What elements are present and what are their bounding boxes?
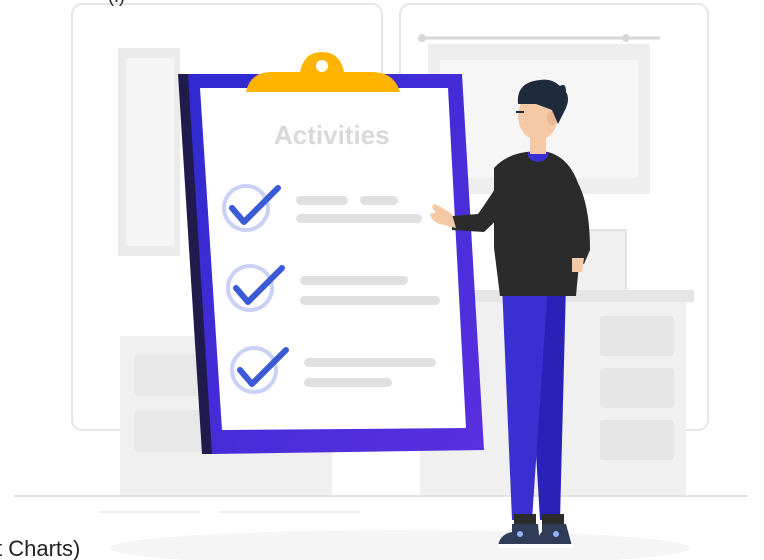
cropped-text-top: (.) [108, 0, 125, 6]
text-placeholder-line [360, 196, 398, 205]
clipboard-title: Activities [274, 120, 390, 150]
man-shoe-sole-right [538, 544, 574, 548]
text-placeholder-line [300, 276, 408, 285]
cabinet-right-drawer-3 [600, 420, 674, 460]
man-shoe-lace-left [517, 531, 523, 537]
text-placeholder-line [300, 296, 440, 305]
floor-shadow [110, 530, 690, 560]
picture-frame-left-inner [126, 58, 174, 246]
cropped-text-bottom: t Charts) [0, 536, 80, 560]
text-placeholder-line [296, 214, 422, 223]
curtain-rod-knob-right [622, 34, 630, 42]
cabinet-right-drawer-2 [600, 368, 674, 408]
clip-hole [316, 60, 328, 72]
man-hand-back [572, 258, 584, 272]
cabinet-right-drawer-1 [600, 316, 674, 356]
man-sock-left [514, 514, 536, 524]
man-shoe-lace-right [553, 531, 559, 537]
text-placeholder-line [296, 196, 348, 205]
curtain-rod-knob-left [418, 34, 426, 42]
man-shoe-sole-left [498, 544, 540, 548]
text-placeholder-line [304, 358, 436, 367]
man-sock-right [542, 514, 564, 524]
text-placeholder-line [304, 378, 392, 387]
illustration-scene: (.) t Charts) Activities [0, 0, 748, 560]
clipboard: Activities [178, 52, 484, 454]
